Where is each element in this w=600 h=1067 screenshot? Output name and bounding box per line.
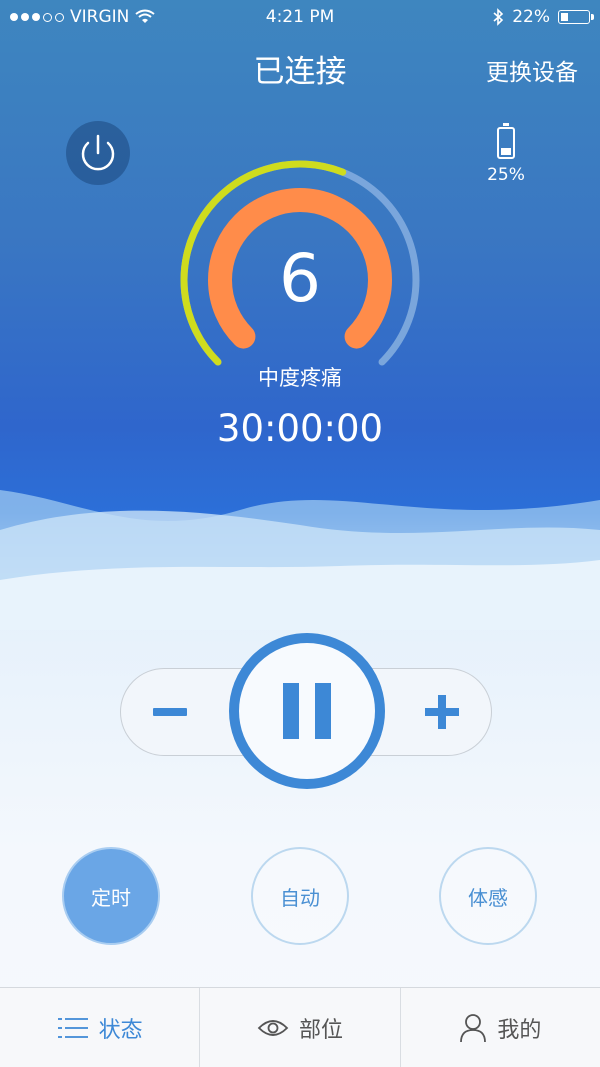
tab-status[interactable]: 状态 <box>0 988 201 1067</box>
status-bar: VIRGIN 4:21 PM 22% <box>0 0 600 34</box>
change-device-button[interactable]: 更换设备 <box>486 53 578 87</box>
pause-button[interactable] <box>229 633 385 789</box>
decrease-button[interactable] <box>153 708 187 716</box>
pain-label: 中度疼痛 <box>258 366 342 390</box>
mode-auto-button[interactable]: 自动 <box>251 847 349 945</box>
tab-me-label: 我的 <box>497 1018 542 1043</box>
tab-me[interactable]: 我的 <box>401 988 600 1067</box>
battery-icon <box>558 10 594 24</box>
device-battery-label: 25% <box>487 165 525 185</box>
tab-position-label: 部位 <box>298 1018 343 1043</box>
increase-button[interactable] <box>425 695 459 729</box>
mode-timer-button[interactable]: 定时 <box>62 847 160 945</box>
eye-icon <box>257 1020 289 1036</box>
intensity-level: 6 <box>279 240 321 317</box>
list-icon <box>57 1018 88 1038</box>
phone-battery-percent: 22% <box>512 7 550 27</box>
pause-icon <box>283 683 299 739</box>
tab-bar: 状态 部位 我的 <box>0 987 600 1067</box>
power-icon <box>81 134 115 171</box>
bluetooth-icon <box>493 8 504 26</box>
app-screen: VIRGIN 4:21 PM 22% 已连接 更换设备 25% 6 中度疼痛 3… <box>0 0 600 1067</box>
device-battery: 25% <box>486 123 526 185</box>
device-battery-icon <box>497 123 515 159</box>
mode-sense-button[interactable]: 体感 <box>439 847 537 945</box>
timer-display: 30:00:00 <box>216 407 384 450</box>
tab-position[interactable]: 部位 <box>200 988 401 1067</box>
user-icon <box>460 1014 487 1043</box>
wave-decoration <box>0 490 600 630</box>
power-button[interactable] <box>66 121 130 185</box>
tab-status-label: 状态 <box>98 1018 143 1043</box>
